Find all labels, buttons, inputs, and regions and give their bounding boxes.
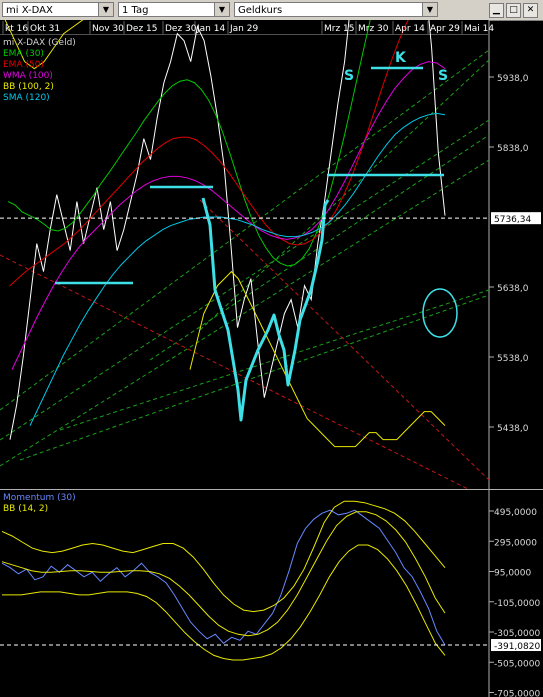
maximize-icon[interactable]: □ [506,3,521,18]
momentum-tick-label: 95,0000 [494,569,531,579]
date-tick-label: Okt 31 [30,24,60,34]
date-tick-label: Apr 14 [395,24,425,34]
price-panel-title: mi X-DAX (Geld) [3,38,76,48]
dropdown-arrow-icon[interactable]: ▼ [98,3,113,16]
price-tick-label: 5638,0 [497,284,529,294]
legend-entry: EMA (50) [3,60,44,70]
price-type-value: Geldkurs [238,5,283,16]
date-tick-label: kt 16 [5,24,28,34]
momentum-tick-label: -505,0000 [494,659,540,669]
last-momentum-label: -391,0820 [494,642,540,652]
date-tick-label: Jan 29 [229,24,258,34]
instrument-value: mi X-DAX [6,5,53,16]
chart-canvas: kt 16 Okt 31 Nov 30 Dez 15 Dez 30 Jan 14 Jan 2… [0,20,543,697]
toolbar: mi X-DAX ▼ 1 Tag ▼ Geldkurs ▼ ▁ □ ✕ [0,0,543,21]
dropdown-arrow-icon[interactable]: ▼ [422,3,437,16]
interval-select[interactable]: 1 Tag ▼ [118,2,230,17]
price-tick-label: 5538,0 [497,354,529,364]
price-tick-label: 5438,0 [497,424,529,434]
legend-entry: WMA (100) [3,71,53,81]
pattern-annotation: S [438,68,448,84]
date-tick-label: Mrz 15 [324,24,355,34]
momentum-tick-label: 295,0000 [494,538,537,548]
interval-value: 1 Tag [122,5,149,16]
dropdown-arrow-icon[interactable]: ▼ [214,3,229,16]
date-tick-label: Apr 29 [430,24,460,34]
pattern-annotation: K [395,50,407,66]
price-tick-label: 5838,0 [497,144,529,154]
instrument-select[interactable]: mi X-DAX ▼ [2,2,114,17]
last-price-label: 5736,34 [494,215,531,225]
momentum-tick-label: -105,0000 [494,599,540,609]
momentum-legend-entry: BB (14, 2) [3,504,48,514]
date-tick-label: Dez 30 [165,24,197,34]
legend-entry: EMA (30) [3,49,44,59]
price-type-select[interactable]: Geldkurs ▼ [234,2,438,17]
date-tick-label: Mrz 30 [358,24,389,34]
momentum-tick-label: 495,0000 [494,508,537,518]
price-tick-label: 5938,0 [497,74,529,84]
date-tick-label: Jan 14 [196,24,225,34]
momentum-tick-label: -705,0000 [494,690,540,697]
minimize-icon[interactable]: ▁ [489,3,504,18]
date-tick-label: Dez 15 [126,24,158,34]
legend-entry: SMA (120) [3,93,50,103]
date-tick-label: Nov 30 [92,24,124,34]
close-icon[interactable]: ✕ [523,3,538,18]
momentum-panel-bg [0,490,489,697]
date-tick-label: Mai 14 [464,24,494,34]
momentum-tick-label: -305,0000 [494,629,540,639]
momentum-legend-entry: Momentum (30) [3,493,76,503]
pattern-annotation: S [344,68,354,84]
legend-entry: BB (100, 2) [3,82,54,92]
